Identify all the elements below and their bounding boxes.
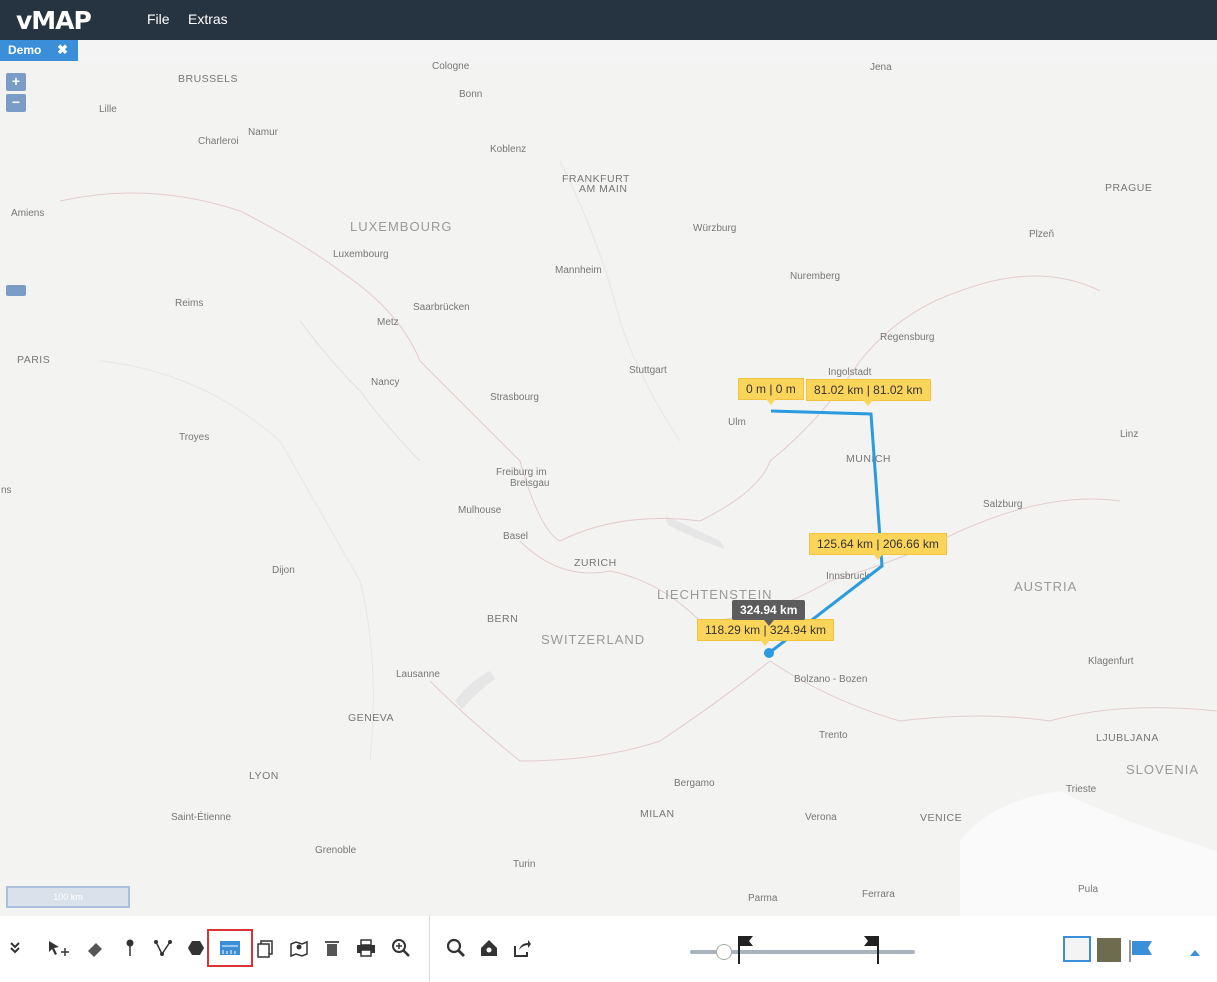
map-marker-icon[interactable] (286, 934, 312, 962)
polygon-icon[interactable] (183, 934, 209, 962)
print-icon[interactable] (353, 934, 379, 962)
app-logo: vMAP (16, 6, 92, 35)
measure-endpoint[interactable] (764, 648, 774, 658)
measure-line-layer (764, 409, 884, 658)
select-icon[interactable] (46, 934, 72, 962)
top-bar: vMAP File Extras (0, 0, 1217, 40)
expand-up-icon[interactable] (1189, 944, 1201, 962)
measure-segment-label: 0 m | 0 m (738, 378, 804, 405)
tab-close-icon[interactable]: ✖ (57, 42, 68, 58)
delete-icon[interactable] (319, 934, 345, 962)
basemap-flag-thumbnail[interactable] (1128, 938, 1154, 969)
menu-file[interactable]: File (147, 11, 170, 27)
share-icon[interactable] (509, 934, 535, 962)
map-canvas[interactable]: + − LUXEMBOURG SWITZERLAND LIECHTENSTEIN… (0, 61, 1217, 916)
start-flag-icon[interactable] (737, 934, 757, 971)
toolbar-divider (429, 916, 430, 982)
zoom-search-icon[interactable] (388, 934, 414, 962)
basemap-light-thumbnail[interactable] (1063, 936, 1091, 962)
point-icon[interactable] (117, 934, 143, 962)
bottom-toolbar (0, 916, 1217, 982)
end-flag-icon[interactable] (862, 934, 882, 971)
menu-extras[interactable]: Extras (188, 11, 228, 27)
layers-icon[interactable] (252, 934, 278, 962)
measure-total-label: 324.94 km (732, 600, 806, 626)
measure-icon (220, 941, 240, 955)
search-icon[interactable] (443, 934, 469, 962)
tab-demo[interactable]: Demo ✖ (0, 40, 78, 61)
line-icon[interactable] (150, 934, 176, 962)
scale-bar: 100 km (6, 886, 130, 908)
home-icon[interactable] (476, 934, 502, 962)
collapse-icon[interactable] (2, 934, 28, 962)
measure-tool[interactable] (207, 929, 253, 967)
tab-label: Demo (8, 43, 42, 57)
basemap-satellite-thumbnail[interactable] (1097, 938, 1121, 962)
measure-segment-label: 125.64 km | 206.66 km (809, 533, 947, 560)
eraser-icon[interactable] (82, 934, 108, 962)
time-slider-handle[interactable] (716, 944, 732, 960)
measure-segment-label: 81.02 km | 81.02 km (806, 379, 931, 406)
